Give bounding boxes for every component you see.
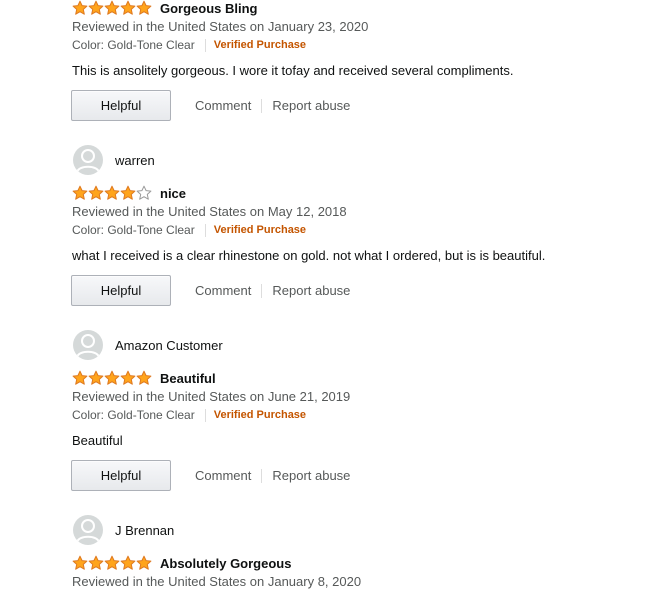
- meta-divider: [204, 38, 206, 52]
- report-abuse-link[interactable]: Report abuse: [272, 468, 350, 483]
- star-filled-icon: [88, 0, 104, 15]
- review-meta: Color: Gold-Tone Clear Verified Purchase: [72, 223, 306, 237]
- star-filled-icon: [104, 185, 120, 200]
- review-actions: Helpful Comment Report abuse: [71, 460, 350, 491]
- report-abuse-link[interactable]: Report abuse: [272, 283, 350, 298]
- star-rating: [72, 555, 152, 571]
- star-filled-icon: [88, 555, 104, 570]
- review-title[interactable]: nice: [160, 186, 186, 201]
- review-actions: Helpful Comment Report abuse: [71, 90, 350, 121]
- review-body: Beautiful: [72, 433, 123, 448]
- verified-purchase-badge: Verified Purchase: [213, 409, 307, 421]
- helpful-button[interactable]: Helpful: [71, 460, 171, 491]
- review-body: This is ansolitely gorgeous. I wore it t…: [72, 63, 514, 78]
- review-title[interactable]: Absolutely Gorgeous: [160, 556, 291, 571]
- star-rating: [72, 370, 152, 386]
- default-user-icon: [76, 149, 100, 173]
- review-meta: Color: Gold-Tone Clear Verified Purchase: [72, 408, 306, 422]
- star-filled-icon: [136, 0, 152, 15]
- color-variant[interactable]: Color: Gold-Tone Clear: [72, 38, 195, 52]
- helpful-button[interactable]: Helpful: [71, 275, 171, 306]
- review-date: Reviewed in the United States on January…: [72, 574, 362, 589]
- color-variant[interactable]: Color: Gold-Tone Clear: [72, 408, 195, 422]
- star-filled-icon: [136, 555, 152, 570]
- comment-link[interactable]: Comment: [195, 283, 251, 298]
- rating-row: nice: [72, 185, 186, 201]
- comment-link[interactable]: Comment: [195, 98, 251, 113]
- review-title[interactable]: Beautiful: [160, 371, 216, 386]
- verified-purchase-badge: Verified Purchase: [213, 39, 307, 51]
- star-filled-icon: [136, 370, 152, 385]
- reviewer-profile[interactable]: Amazon Customer: [73, 330, 223, 360]
- reviewer-profile[interactable]: J Brennan: [73, 515, 174, 545]
- meta-divider: [204, 223, 206, 237]
- review-title[interactable]: Gorgeous Bling: [160, 1, 258, 16]
- rating-row: Beautiful: [72, 370, 216, 386]
- report-abuse-link[interactable]: Report abuse: [272, 98, 350, 113]
- comment-link[interactable]: Comment: [195, 468, 251, 483]
- star-empty-icon: [136, 185, 152, 200]
- reviewer-name[interactable]: J Brennan: [115, 523, 174, 538]
- star-filled-icon: [104, 555, 120, 570]
- rating-row: Gorgeous Bling: [72, 0, 258, 16]
- default-user-icon: [76, 519, 100, 543]
- star-filled-icon: [120, 555, 136, 570]
- action-divider: [261, 468, 263, 483]
- avatar: [73, 145, 103, 175]
- action-divider: [261, 98, 263, 113]
- star-filled-icon: [72, 555, 88, 570]
- star-rating: [72, 0, 152, 16]
- review-date: Reviewed in the United States on May 12,…: [72, 204, 347, 219]
- star-filled-icon: [88, 370, 104, 385]
- star-filled-icon: [120, 0, 136, 15]
- meta-divider: [204, 408, 206, 422]
- star-filled-icon: [104, 0, 120, 15]
- star-filled-icon: [88, 185, 104, 200]
- action-divider: [261, 283, 263, 298]
- star-filled-icon: [72, 185, 88, 200]
- review-meta: Color: Gold-Tone Clear Verified Purchase: [72, 38, 306, 52]
- star-filled-icon: [120, 185, 136, 200]
- reviewer-profile[interactable]: warren: [73, 145, 155, 175]
- rating-row: Absolutely Gorgeous: [72, 555, 291, 571]
- review-date: Reviewed in the United States on January…: [72, 19, 369, 34]
- avatar: [73, 515, 103, 545]
- review-date: Reviewed in the United States on June 21…: [72, 389, 351, 404]
- default-user-icon: [76, 334, 100, 358]
- verified-purchase-badge: Verified Purchase: [213, 224, 307, 236]
- star-filled-icon: [72, 0, 88, 15]
- color-variant[interactable]: Color: Gold-Tone Clear: [72, 223, 195, 237]
- review-actions: Helpful Comment Report abuse: [71, 275, 350, 306]
- star-filled-icon: [72, 370, 88, 385]
- reviewer-name[interactable]: Amazon Customer: [115, 338, 223, 353]
- reviewer-name[interactable]: warren: [115, 153, 155, 168]
- review-body: what I received is a clear rhinestone on…: [72, 248, 546, 263]
- star-rating: [72, 185, 152, 201]
- star-filled-icon: [104, 370, 120, 385]
- star-filled-icon: [120, 370, 136, 385]
- avatar: [73, 330, 103, 360]
- helpful-button[interactable]: Helpful: [71, 90, 171, 121]
